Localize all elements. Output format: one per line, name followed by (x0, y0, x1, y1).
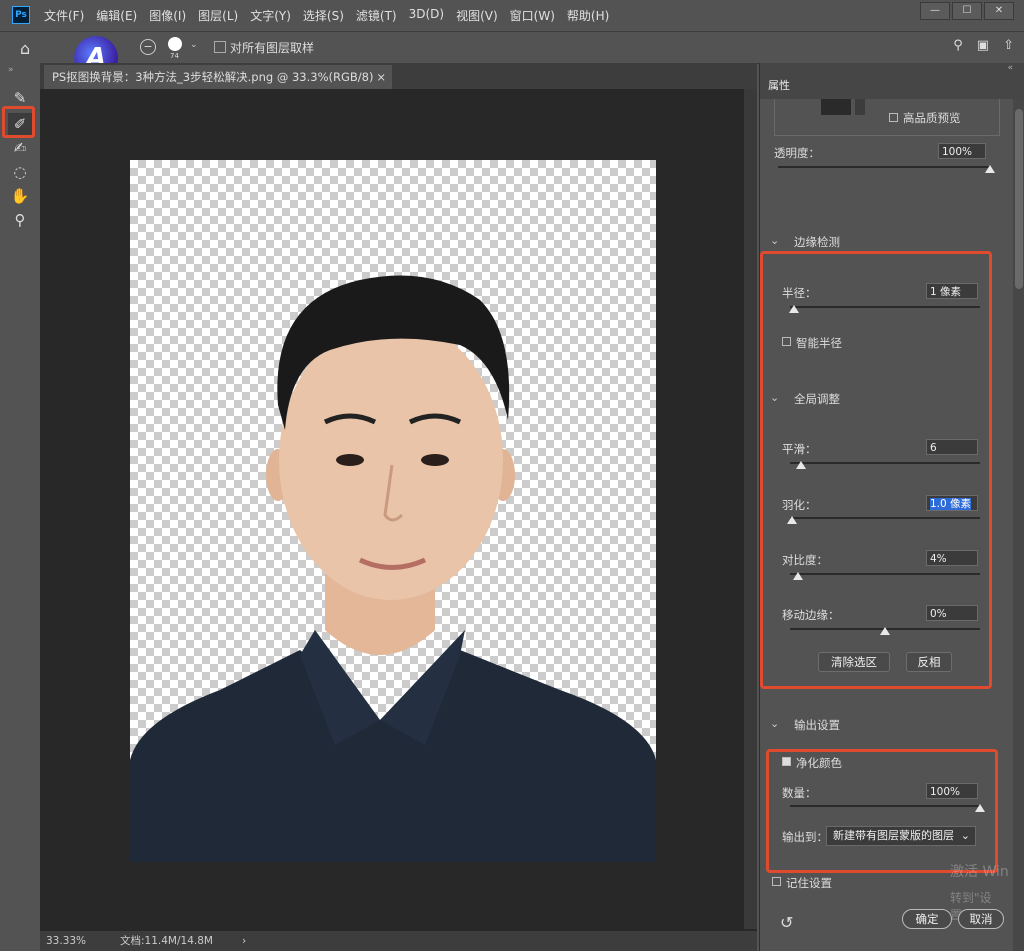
menu-3d[interactable]: 3D(D) (409, 7, 444, 24)
panel-body: 高品质预览 透明度： 100% ⌄ 边缘检测 半径： 1 像素 智能半径 ⌄ 全… (760, 99, 1013, 951)
panel-collapse-icon[interactable]: « (1007, 63, 1013, 73)
menu-view[interactable]: 视图(V) (456, 7, 498, 24)
sample-all-layers-checkbox[interactable] (214, 41, 226, 53)
high-quality-preview-checkbox[interactable] (889, 113, 898, 122)
portrait-image (130, 275, 656, 862)
options-bar: ⌂ − 74 ⌄ 对所有图层取样 ⚲ ▣ ⇧ (0, 31, 1024, 64)
properties-panel: « 属性 高品质预览 透明度： 100% ⌄ 边缘检测 半径： 1 像素 智能半… (759, 63, 1024, 951)
brush-icon[interactable]: ✍ (8, 137, 32, 159)
main-menu: 文件(F) 编辑(E) 图像(I) 图层(L) 文字(Y) 选择(S) 滤镜(T… (44, 7, 621, 24)
options-right-icons: ⚲ ▣ ⇧ (953, 38, 1014, 53)
document-area: PS抠图换背景：3种方法_3步轻松解决.png @ 33.3%(RGB/8) × (40, 63, 757, 951)
menu-edit[interactable]: 编辑(E) (96, 7, 137, 24)
menu-type[interactable]: 文字(Y) (250, 7, 291, 24)
opacity-label: 透明度： (774, 146, 820, 160)
opacity-slider-knob[interactable] (985, 165, 995, 173)
remember-settings-label: 记住设置 (786, 876, 832, 890)
edge-detection-title[interactable]: 边缘检测 (794, 234, 840, 250)
chevron-down-icon[interactable]: ⌄ (190, 40, 198, 50)
view-dropdown-icon[interactable] (855, 99, 865, 115)
image-canvas[interactable] (130, 160, 656, 862)
close-tab-icon[interactable]: × (376, 65, 386, 89)
vertical-scrollbar[interactable] (744, 89, 757, 929)
tool-highlight-box (2, 106, 35, 138)
panel-scrollbar-thumb[interactable] (1015, 109, 1023, 289)
view-thumbnail[interactable] (821, 99, 851, 115)
zoom-icon[interactable]: ⚲ (8, 209, 32, 231)
menu-bar: Ps 文件(F) 编辑(E) 图像(I) 图层(L) 文字(Y) 选择(S) 滤… (0, 0, 1024, 30)
hand-icon[interactable]: ✋ (8, 185, 32, 207)
zoom-level[interactable]: 33.33% (46, 931, 86, 951)
close-button[interactable]: ✕ (984, 2, 1014, 20)
search-icon[interactable]: ⚲ (953, 38, 963, 53)
menu-filter[interactable]: 滤镜(T) (356, 7, 397, 24)
subtract-mode-icon[interactable]: − (140, 39, 156, 55)
reset-icon[interactable]: ↺ (780, 913, 793, 932)
menu-select[interactable]: 选择(S) (303, 7, 344, 24)
menu-image[interactable]: 图像(I) (149, 7, 186, 24)
maximize-button[interactable]: ☐ (952, 2, 982, 20)
panel-header: « 属性 (760, 63, 1024, 99)
window-controls: — ☐ ✕ (918, 2, 1014, 20)
workspace-icon[interactable]: ▣ (977, 38, 989, 53)
document-tab-title: PS抠图换背景：3种方法_3步轻松解决.png @ 33.3%(RGB/8) (52, 70, 374, 84)
menu-help[interactable]: 帮助(H) (567, 7, 609, 24)
properties-tab[interactable]: 属性 (768, 77, 790, 93)
minimize-button[interactable]: — (920, 2, 950, 20)
ok-button[interactable]: 确定 (902, 909, 952, 929)
document-tab[interactable]: PS抠图换背景：3种方法_3步轻松解决.png @ 33.3%(RGB/8) × (44, 65, 392, 89)
document-size: 文档:11.4M/14.8M (120, 935, 213, 947)
cancel-button[interactable]: 取消 (958, 909, 1004, 929)
brush-size-value: 74 (170, 52, 179, 60)
refine-settings-highlight (760, 251, 992, 689)
sample-all-layers-label: 对所有图层取样 (230, 41, 315, 55)
brush-preview-icon[interactable] (168, 37, 182, 51)
home-icon[interactable]: ⌂ (20, 39, 30, 58)
share-icon[interactable]: ⇧ (1003, 38, 1014, 53)
photoshop-logo: Ps (12, 6, 30, 24)
opacity-slider[interactable] (778, 166, 990, 168)
lasso-icon[interactable]: ◌ (8, 161, 32, 183)
output-settings-title[interactable]: 输出设置 (794, 717, 840, 733)
chevron-down-icon[interactable]: ⌄ (770, 717, 779, 730)
chevron-down-icon[interactable]: ⌄ (770, 234, 779, 247)
menu-file[interactable]: 文件(F) (44, 7, 84, 24)
output-settings-highlight (766, 749, 998, 873)
activation-watermark-line1: 激活 Win (950, 864, 1009, 880)
status-bar: 33.33% 文档:11.4M/14.8M › (40, 931, 757, 951)
status-menu-arrow-icon[interactable]: › (242, 931, 246, 951)
document-tab-bar: PS抠图换背景：3种方法_3步轻松解决.png @ 33.3%(RGB/8) × (40, 63, 757, 89)
view-mode-box: 高品质预览 (774, 99, 1000, 136)
tools-panel: » ✎ ✐ ✍ ◌ ✋ ⚲ (0, 63, 40, 951)
menu-window[interactable]: 窗口(W) (510, 7, 555, 24)
high-quality-preview-label: 高品质预览 (903, 111, 961, 125)
menu-layer[interactable]: 图层(L) (198, 7, 238, 24)
remember-settings-checkbox[interactable] (772, 877, 781, 886)
opacity-input[interactable]: 100% (938, 143, 986, 159)
collapse-icon[interactable]: » (8, 65, 14, 75)
panel-scrollbar[interactable] (1013, 99, 1024, 951)
